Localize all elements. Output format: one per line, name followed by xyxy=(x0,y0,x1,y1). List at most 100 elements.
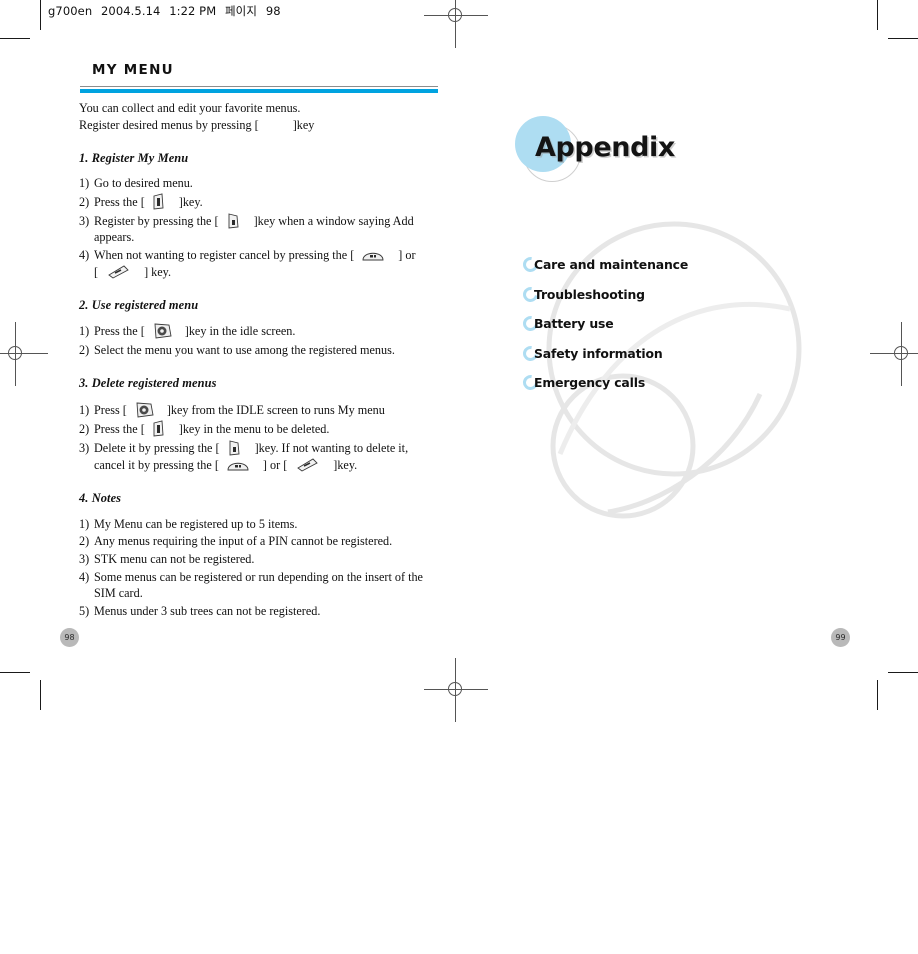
section-block: 4. Notes 1) My Menu can be registered up t… xyxy=(79,490,451,620)
menu-key-icon xyxy=(152,193,165,210)
step-text: Delete it by pressing the [ xyxy=(94,441,220,456)
end-key-icon xyxy=(295,457,319,472)
intro-paragraph: You can collect and edit your favorite m… xyxy=(79,100,451,134)
step-text: ]key in the idle screen. xyxy=(184,324,296,339)
nav-key-icon xyxy=(133,401,155,419)
appendix-list-item[interactable]: Care and maintenance xyxy=(520,250,853,280)
list-item: 2) Any menus requiring the input of a PIN… xyxy=(79,533,451,549)
step-number: 1) xyxy=(79,516,90,531)
step-continuation: cancel it by pressing the [] or []key. xyxy=(94,457,451,473)
step-number: 4) xyxy=(79,248,90,263)
left-page-body: You can collect and edit your favorite m… xyxy=(79,100,451,637)
sections-host: 1. Register My Menu 1) Go to desired menu.… xyxy=(79,150,451,620)
section-block: 2. Use registered menu 1) Press the [ ]key … xyxy=(79,297,451,358)
step-text: Select the menu you want to use among th… xyxy=(94,342,395,357)
step-number: 5) xyxy=(79,604,90,619)
list-item: 2) Select the menu you want to use among … xyxy=(79,342,451,358)
select-key-icon xyxy=(226,212,240,229)
list-item: 1) Go to desired menu. xyxy=(79,175,451,191)
step-text: ] key. xyxy=(144,264,172,279)
appendix-list-item-label: Troubleshooting xyxy=(534,286,645,302)
step-number: 3) xyxy=(79,213,90,228)
step-number: 4) xyxy=(79,570,90,585)
list-item: 3) Register by pressing the [ ]key when a … xyxy=(79,212,451,246)
appendix-title: Appendix xyxy=(535,132,675,163)
list-item: 1) Press []key from the IDLE screen to ru… xyxy=(79,401,451,419)
step-text: Any menus requiring the input of a PIN c… xyxy=(94,534,393,549)
list-item: 1) Press the [ ]key in the idle screen. xyxy=(79,322,451,340)
intro-line-1: You can collect and edit your favorite m… xyxy=(79,101,301,115)
appendix-list: Care and maintenance Troubleshooting Batte… xyxy=(520,250,853,398)
step-text: My Menu can be registered up to 5 items. xyxy=(94,516,298,531)
step-text: ]key. xyxy=(333,457,358,472)
step-number: 1) xyxy=(79,324,90,339)
step-text: ]key in the menu to be deleted. xyxy=(178,422,330,437)
section-heading: 2. Use registered menu xyxy=(79,297,199,312)
step-text: Register by pressing the [ xyxy=(94,213,219,228)
intro-line-2-post: ]key xyxy=(292,118,315,133)
appendix-list-item[interactable]: Battery use xyxy=(520,309,853,339)
step-number: 1) xyxy=(79,402,90,417)
title-accent-bar xyxy=(80,89,438,93)
nav-key-icon xyxy=(151,322,173,340)
left-page: MY MENU You can collect and edit your fa… xyxy=(40,34,458,674)
appendix-list-item-label: Battery use xyxy=(534,316,614,332)
step-text: ]key from the IDLE screen to runs My men… xyxy=(166,402,385,417)
step-text: Menus under 3 sub trees can not be regis… xyxy=(94,604,321,619)
step-text: STK menu can not be registered. xyxy=(94,552,255,567)
step-text: ] or [ xyxy=(262,457,288,472)
intro-line-2: Register desired menus by pressing [ ]key xyxy=(79,116,451,133)
step-number: 2) xyxy=(79,195,90,210)
section-heading: 1. Register My Menu xyxy=(79,150,189,165)
section-heading: 3. Delete registered menus xyxy=(79,376,217,391)
step-text: ] or xyxy=(398,248,416,263)
step-text: Press the [ xyxy=(94,195,145,210)
step-text: Some menus can be registered or run depe… xyxy=(94,570,423,585)
step-text: ]key. If not wanting to delete it, xyxy=(254,441,409,456)
list-item: 4) Some menus can be registered or run de… xyxy=(79,569,451,602)
step-text: ]key. xyxy=(178,195,203,210)
appendix-list-item-label: Safety information xyxy=(534,345,663,361)
section-heading: 4. Notes xyxy=(79,490,122,505)
list-item: 2) Press the [ ]key in the menu to be dele… xyxy=(79,420,451,437)
step-text: [ xyxy=(94,264,99,279)
page-number-right: 99 xyxy=(831,628,850,647)
list-item: 5) Menus under 3 sub trees can not be reg… xyxy=(79,603,451,619)
select-key-icon xyxy=(227,439,241,456)
step-text: ]key when a window saying Add xyxy=(253,213,414,228)
appendix-list-item-label: Care and maintenance xyxy=(534,257,689,273)
step-number: 2) xyxy=(79,534,90,549)
step-continuation: appears. xyxy=(94,230,135,245)
appendix-list-item[interactable]: Emergency calls xyxy=(520,368,853,398)
end-key-icon xyxy=(106,264,130,279)
intro-line-2-pre: Register desired menus by pressing [ xyxy=(79,118,259,133)
step-text: Press the [ xyxy=(94,324,145,339)
step-number: 1) xyxy=(79,176,90,191)
step-continuation: [ ] key. xyxy=(94,264,451,280)
step-number: 3) xyxy=(79,552,90,567)
page-number-left: 98 xyxy=(60,628,79,647)
title-rule xyxy=(80,86,438,87)
menu-key-icon xyxy=(266,116,279,133)
right-page: Appendix Care and maintenance Troubleshoo… xyxy=(460,34,878,674)
section-block: 1. Register My Menu 1) Go to desired menu.… xyxy=(79,150,451,280)
list-item: 1) My Menu can be registered up to 5 item… xyxy=(79,516,451,532)
clear-key-icon xyxy=(362,248,384,261)
appendix-list-item[interactable]: Troubleshooting xyxy=(520,280,853,310)
list-item: 3) Delete it by pressing the [ ]key. If no… xyxy=(79,439,451,473)
step-text: Go to desired menu. xyxy=(94,176,193,191)
list-item: 3) STK menu can not be registered. xyxy=(79,551,451,567)
list-item: 2) Press the [ ]key. xyxy=(79,193,451,210)
step-number: 2) xyxy=(79,342,90,357)
list-item: 4) When not wanting to register cancel by… xyxy=(79,247,451,280)
clear-key-icon xyxy=(227,458,249,471)
appendix-list-item[interactable]: Safety information xyxy=(520,339,853,369)
step-number: 2) xyxy=(79,422,90,437)
page-title: MY MENU xyxy=(92,62,174,78)
step-text: When not wanting to register cancel by p… xyxy=(94,248,355,263)
menu-key-icon xyxy=(152,420,165,437)
step-number: 3) xyxy=(79,441,90,456)
step-text: Press the [ xyxy=(94,422,145,437)
appendix-list-item-label: Emergency calls xyxy=(534,375,646,391)
step-continuation: SIM card. xyxy=(94,586,143,601)
